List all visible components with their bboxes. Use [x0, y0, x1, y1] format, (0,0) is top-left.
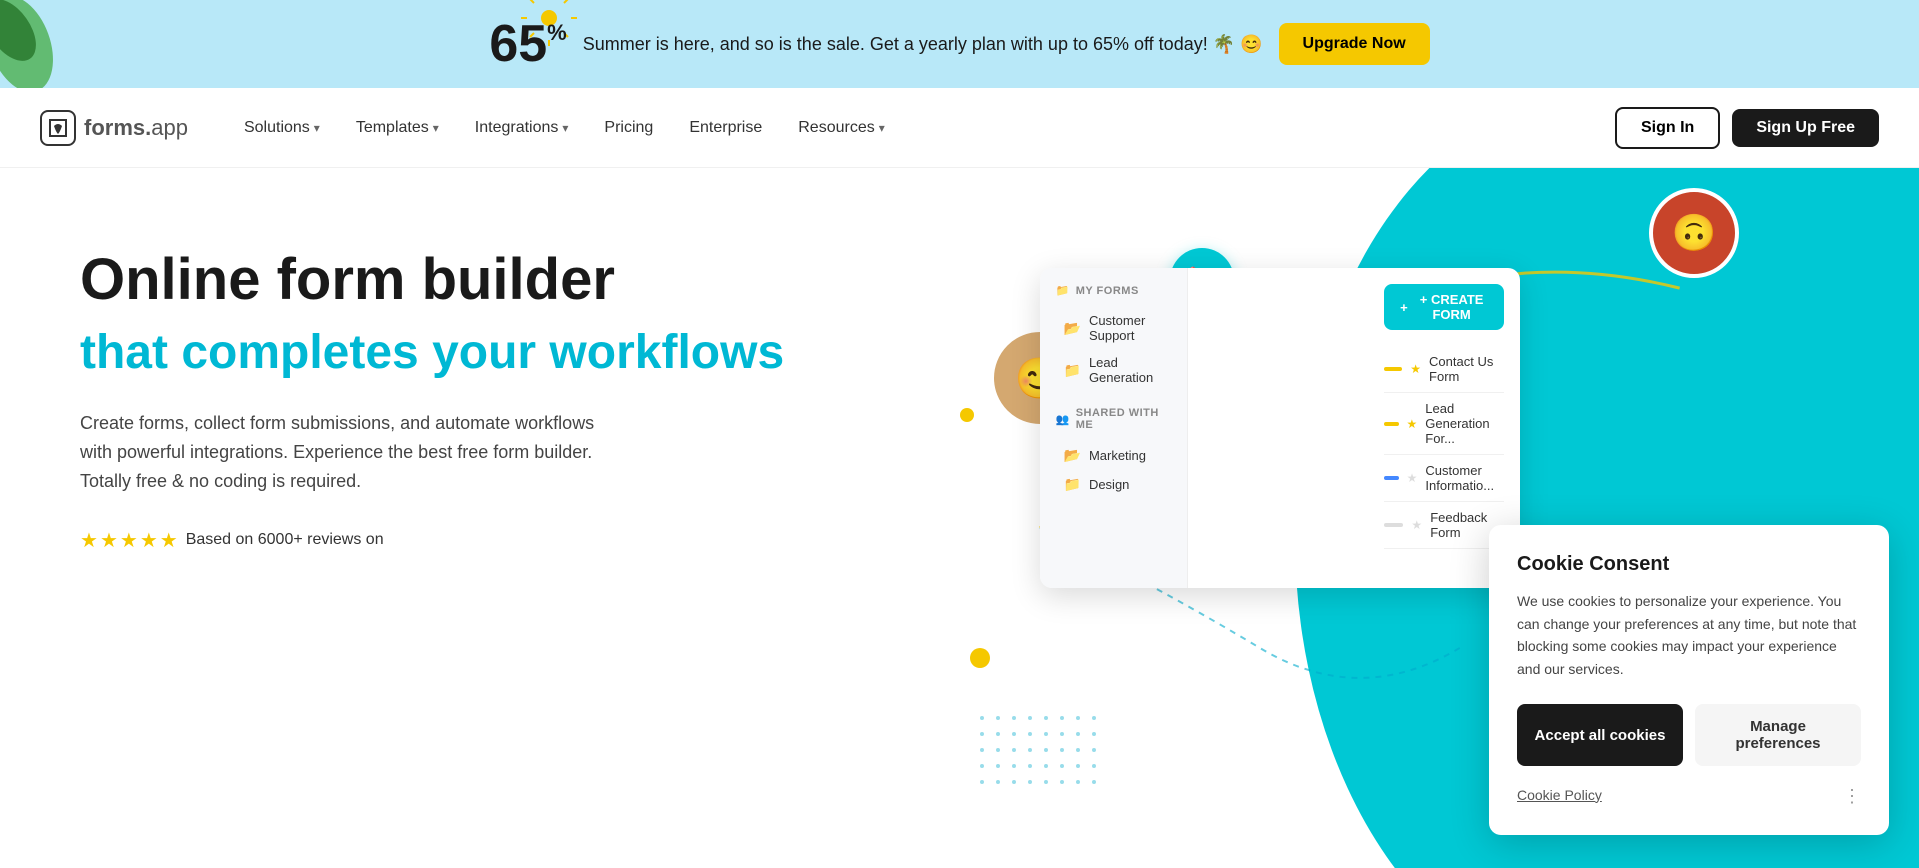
star-5: ★	[160, 528, 178, 553]
nav-templates[interactable]: Templates ▾	[340, 111, 455, 145]
logo[interactable]: forms.app	[40, 110, 188, 146]
discount-text: 65%	[489, 18, 566, 70]
nav-resources[interactable]: Resources ▾	[782, 111, 901, 145]
form-item-lead-gen[interactable]: 📁 Lead Generation	[1056, 349, 1172, 391]
my-forms-label: 📁 MY FORMS	[1056, 284, 1172, 297]
dots-grid	[980, 716, 1100, 788]
cookie-modal: Cookie Consent We use cookies to persona…	[1489, 525, 1889, 835]
folder-blue-icon: 📁	[1064, 476, 1081, 493]
ui-card: 📁 MY FORMS 📂 Customer Support 📁 Lead Gen…	[1040, 268, 1520, 588]
nav-links: Solutions ▾ Templates ▾ Integrations ▾ P…	[228, 111, 1615, 145]
signup-button[interactable]: Sign Up Free	[1732, 109, 1879, 147]
star-empty-icon: ★	[1407, 471, 1418, 485]
hero-left: Online form builder that completes your …	[0, 168, 960, 868]
cookie-more-icon[interactable]: ⋮	[1843, 786, 1861, 807]
chevron-down-icon: ▾	[433, 121, 439, 135]
form-item-customer-support[interactable]: 📂 Customer Support	[1056, 307, 1172, 349]
avatar-2: 🙃	[1649, 188, 1739, 278]
form-item-marketing[interactable]: 📂 Marketing	[1056, 441, 1172, 470]
folder-yellow-icon: 📂	[1064, 320, 1081, 337]
dot-yellow-2	[960, 408, 974, 422]
form-item-design[interactable]: 📁 Design	[1056, 470, 1172, 499]
folder-blue-icon: 📁	[1064, 362, 1081, 379]
chevron-down-icon: ▾	[562, 121, 568, 135]
star-rating: ★ ★ ★ ★ ★	[80, 528, 178, 553]
card-left-panel: 📁 MY FORMS 📂 Customer Support 📁 Lead Gen…	[1040, 268, 1189, 588]
cookie-title: Cookie Consent	[1517, 553, 1861, 576]
logo-label: forms.app	[84, 115, 188, 141]
star-empty-icon: ★	[1411, 518, 1422, 532]
chevron-down-icon: ▾	[314, 121, 320, 135]
percent-sign: %	[547, 22, 567, 44]
form-bar	[1384, 367, 1402, 371]
dot-yellow	[970, 648, 990, 668]
form-name: Contact Us Form	[1429, 354, 1503, 384]
navbar: forms.app Solutions ▾ Templates ▾ Integr…	[0, 88, 1919, 168]
create-form-button[interactable]: + + CREATE FORM	[1384, 284, 1503, 330]
form-list-item[interactable]: ★ Customer Informatio...	[1384, 455, 1503, 502]
hero-title: Online form builder	[80, 248, 920, 312]
folder-red-icon: 📂	[1064, 447, 1081, 464]
form-name: Lead Generation For...	[1425, 401, 1503, 446]
shared-label: 👥 SHARED WITH ME	[1056, 407, 1172, 431]
star-1: ★	[80, 528, 98, 553]
chevron-down-icon: ▾	[879, 121, 885, 135]
cookie-actions: Accept all cookies Manage preferences	[1517, 704, 1861, 766]
form-bar	[1384, 476, 1399, 480]
upgrade-button[interactable]: Upgrade Now	[1279, 23, 1430, 65]
form-list-item[interactable]: ★ Feedback Form	[1384, 502, 1503, 549]
form-list-item[interactable]: ★ Contact Us Form	[1384, 346, 1503, 393]
nav-enterprise[interactable]: Enterprise	[673, 111, 778, 145]
shared-icon: 👥	[1056, 413, 1070, 426]
star-filled-icon: ★	[1410, 362, 1421, 376]
plus-icon: +	[1400, 300, 1408, 315]
folder-icon: 📁	[1056, 284, 1070, 297]
reviews-text: Based on 6000+ reviews on	[186, 531, 384, 549]
cookie-text: We use cookies to personalize your exper…	[1517, 590, 1861, 680]
star-3: ★	[120, 528, 138, 553]
form-bar-gray	[1384, 523, 1403, 527]
hero-reviews: ★ ★ ★ ★ ★ Based on 6000+ reviews on	[80, 528, 920, 553]
nav-solutions[interactable]: Solutions ▾	[228, 111, 336, 145]
logo-icon	[40, 110, 76, 146]
manage-preferences-button[interactable]: Manage preferences	[1695, 704, 1861, 766]
top-banner: 65% Summer is here, and so is the sale. …	[0, 0, 1919, 88]
form-name: Customer Informatio...	[1425, 463, 1503, 493]
form-bar	[1384, 422, 1398, 426]
nav-pricing[interactable]: Pricing	[588, 111, 669, 145]
cookie-policy-link[interactable]: Cookie Policy	[1517, 787, 1602, 803]
banner-text: Summer is here, and so is the sale. Get …	[583, 34, 1263, 55]
signin-button[interactable]: Sign In	[1615, 107, 1720, 149]
banner-content: 65% Summer is here, and so is the sale. …	[489, 18, 1429, 70]
nav-integrations[interactable]: Integrations ▾	[459, 111, 585, 145]
star-2: ★	[100, 528, 118, 553]
leaf-decoration	[0, 0, 80, 88]
nav-actions: Sign In Sign Up Free	[1615, 107, 1879, 149]
dots-decoration	[980, 716, 1100, 788]
star-4: ★	[140, 528, 158, 553]
hero-description: Create forms, collect form submissions, …	[80, 409, 620, 495]
form-list-item[interactable]: ★ Lead Generation For...	[1384, 393, 1503, 455]
star-filled-icon: ★	[1407, 417, 1418, 431]
accept-cookies-button[interactable]: Accept all cookies	[1517, 704, 1683, 766]
hero-subtitle: that completes your workflows	[80, 324, 920, 382]
